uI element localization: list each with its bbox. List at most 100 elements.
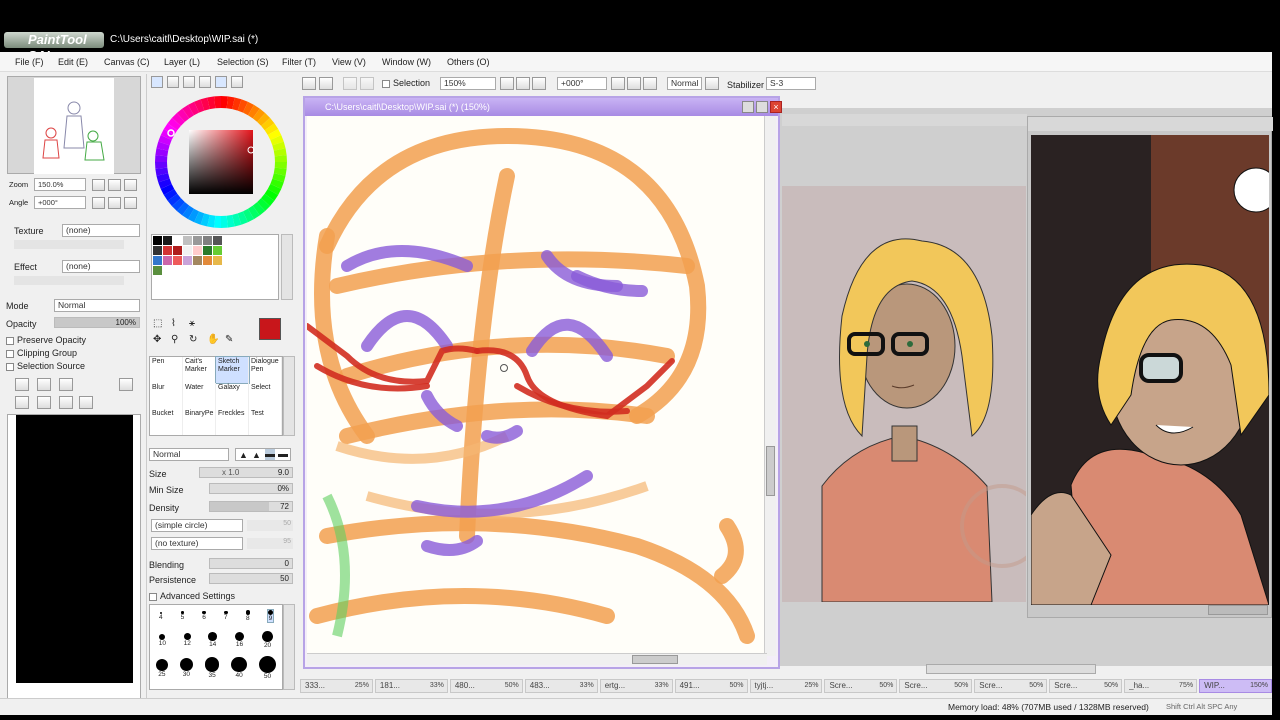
primary-color[interactable] [259,318,281,340]
swatch-grid[interactable] [151,234,279,300]
zoom-out-icon[interactable] [500,77,514,90]
selection-toggle[interactable]: Selection [382,78,430,88]
deselect-icon[interactable] [343,77,357,90]
texture-select[interactable]: (none) [62,224,140,237]
shape-round-icon[interactable]: ▬ [265,449,275,460]
advanced-settings-checkbox[interactable] [149,592,157,601]
document-tab[interactable]: Scre... 50% [1049,679,1123,693]
brush-size-scrollbar[interactable] [283,604,295,690]
menu-edit[interactable]: Edit (E) [58,57,88,67]
rotate-left-icon[interactable] [611,77,625,90]
rotate-tool-icon[interactable]: ↻ [189,334,197,345]
preserve-opacity-checkbox[interactable] [6,336,14,345]
color-swatch[interactable] [153,246,162,255]
delete-layer-icon[interactable] [79,396,93,409]
menu-window[interactable]: Window (W) [382,57,431,67]
reference-scroll-thumb[interactable] [926,664,1096,674]
color-swatch[interactable] [173,256,182,265]
document-tab[interactable]: _ha... 75% [1124,679,1198,693]
tool-select[interactable]: Select [249,383,282,409]
document-tab[interactable]: ertg... 33% [599,679,673,693]
new-folder-icon[interactable] [59,378,73,391]
document-tab[interactable]: 491... 50% [674,679,748,693]
menu-canvas[interactable]: Canvas (C) [104,57,150,67]
brush-size-preset[interactable]: 12 [183,632,191,647]
brush-size-preset[interactable]: 20 [261,630,274,649]
document-tab[interactable]: tyjtj... 25% [749,679,823,693]
brush-shape-selector[interactable]: ▲ ▲ ▬ ▬ [235,448,291,461]
tool-galaxy[interactable]: Galaxy [216,383,249,409]
color-swatch[interactable] [213,256,222,265]
layer-settings-icon[interactable] [119,378,133,391]
brush-size-preset[interactable]: 8 [245,610,250,622]
clipping-group[interactable]: Clipping Group [6,348,77,358]
zoom-tool-icon[interactable]: ⚲ [171,334,178,345]
flip-icon[interactable] [705,77,719,90]
shape-square-icon[interactable]: ▬ [278,449,288,460]
color-swatch[interactable] [203,236,212,245]
selection-source[interactable]: Selection Source [6,361,85,371]
tool-grid-scrollbar[interactable] [283,356,295,436]
tool-pen[interactable]: Pen [150,357,183,383]
tool-blur[interactable]: Blur [150,383,183,409]
layer-mode-select[interactable]: Normal [54,299,140,312]
brush-size-preset[interactable]: 4 [159,611,163,621]
document-tab[interactable]: 333... 25% [300,679,373,693]
nav-angle-field[interactable]: +000° [34,196,86,209]
color-swatch[interactable] [183,236,192,245]
color-swatch[interactable] [213,246,222,255]
tool-freckles[interactable]: Freckles [216,409,249,435]
brush-size-preset[interactable]: 10 [159,633,166,647]
zoom-in-icon[interactable] [516,77,530,90]
angle-field[interactable]: +000° [557,77,607,90]
new-linework-layer-icon[interactable] [37,378,51,391]
eyedropper-icon[interactable]: ✎ [225,334,233,345]
color-swatch[interactable] [193,246,202,255]
nav-zoom-reset-icon[interactable] [124,179,137,191]
nav-zoom-field[interactable]: 150.0% [34,178,86,191]
stabilizer-field[interactable]: S-3 [766,77,816,90]
tool-sketch-marker[interactable]: Sketch Marker [215,356,250,384]
shape-flat-icon[interactable]: ▲ [239,450,248,460]
brush-size-preset[interactable]: 14 [208,632,217,648]
brush-size-preset[interactable]: 5 [181,611,184,621]
canvas-hscroll[interactable] [307,653,767,665]
tool-bucket[interactable]: Bucket [150,409,183,435]
menu-file[interactable]: File (F) [15,57,44,67]
color-wheel[interactable] [153,94,289,230]
brush-size-preset[interactable]: 35 [204,657,220,679]
brush-blend-mode-select[interactable]: Normal [149,448,229,461]
drawing-canvas[interactable] [307,116,767,656]
reference-right-scroll-thumb[interactable] [1208,605,1268,615]
tool-test[interactable]: Test [249,409,282,435]
persistence-slider[interactable]: 50 [209,573,293,584]
view-mode-field[interactable]: Normal [667,77,702,90]
brush-size-preset[interactable]: 7 [223,610,228,621]
color-swatch[interactable] [173,236,182,245]
color-swatch[interactable] [163,236,172,245]
advanced-settings[interactable]: Advanced Settings [149,591,235,601]
document-tab[interactable]: Scre... 50% [974,679,1048,693]
brush-size-preset[interactable]: 9 [266,609,274,623]
color-swatch[interactable] [193,236,202,245]
color-swatch[interactable] [183,246,192,255]
size-slider[interactable]: x 1.0 9.0 [199,467,293,478]
minimize-icon[interactable] [742,101,754,113]
effect-select[interactable]: (none) [62,260,140,273]
canvas-vscroll-thumb[interactable] [766,446,775,496]
color-swatch[interactable] [203,246,212,255]
blending-slider[interactable]: 0 [209,558,293,569]
color-wheel-mode-icon[interactable] [151,76,163,88]
scratchpad-mode-icon[interactable] [231,76,243,88]
brush-size-preset[interactable]: 16 [234,631,245,648]
zoom-reset-icon[interactable] [532,77,546,90]
navigator-preview[interactable] [7,76,141,174]
document-tab[interactable]: WIP... 150% [1199,679,1272,693]
color-swatch[interactable] [193,256,202,265]
document-tab[interactable]: 483... 33% [524,679,598,693]
transfer-down-icon[interactable] [15,396,29,409]
brush-size-preset[interactable]: 40 [231,656,248,679]
merge-down-icon[interactable] [37,396,51,409]
menu-selection[interactable]: Selection (S) [217,57,269,67]
clipping-group-checkbox[interactable] [6,349,14,358]
